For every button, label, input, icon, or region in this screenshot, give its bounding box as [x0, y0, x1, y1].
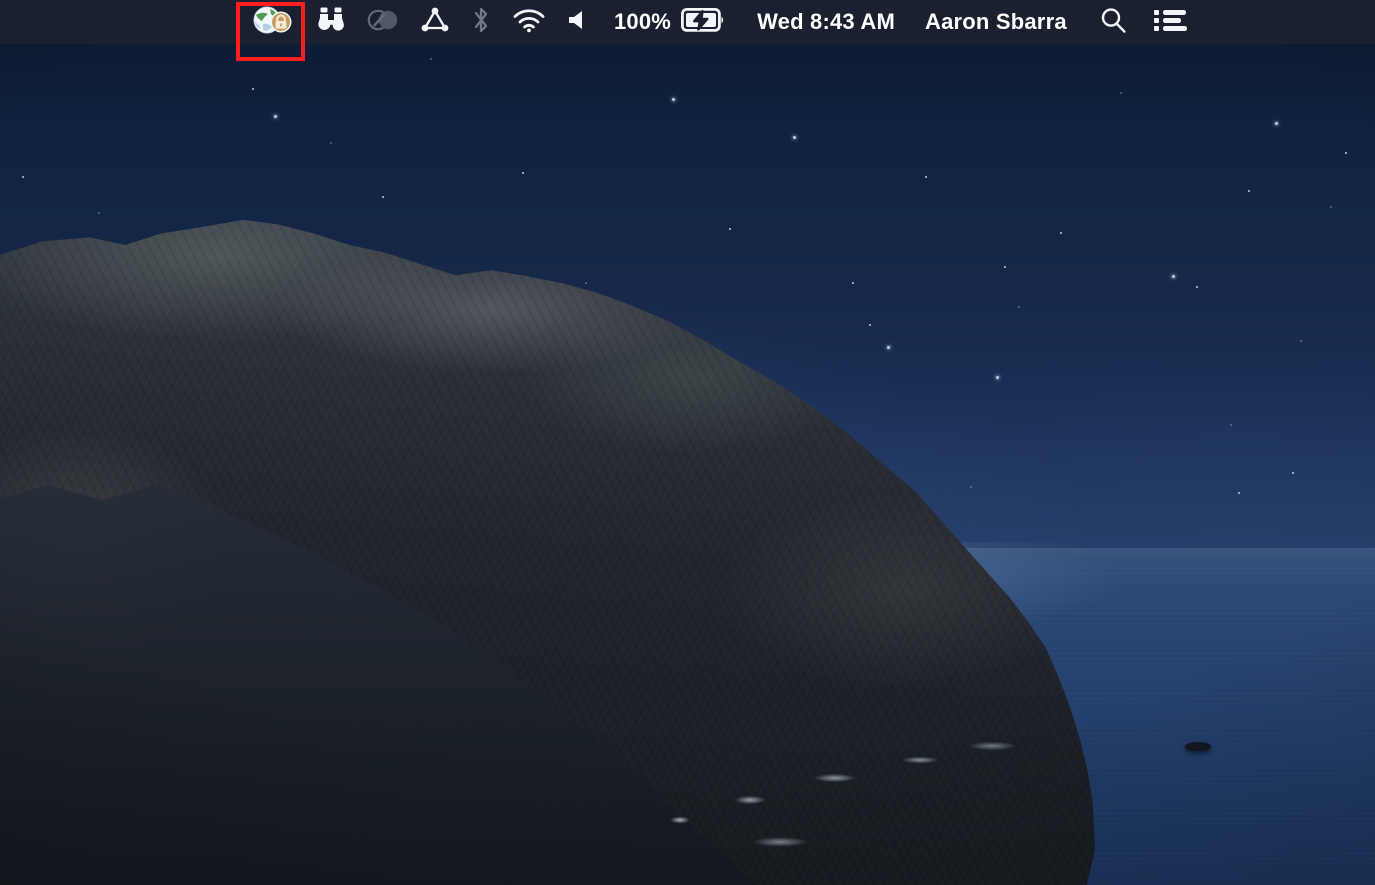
menu-bar-spotlight[interactable]: [1081, 0, 1145, 44]
menu-extra-vpn-globe-lock[interactable]: [236, 0, 306, 44]
wifi-icon: [512, 7, 546, 38]
adobe-creative-cloud-icon: [366, 6, 400, 39]
menu-bar-control-center[interactable]: [1145, 0, 1201, 44]
menu-extra-binoculars[interactable]: [306, 0, 356, 44]
menu-extra-volume[interactable]: [556, 0, 600, 44]
menu-extra-bluetooth[interactable]: [460, 0, 502, 44]
menu-extra-creative-cloud[interactable]: [356, 0, 410, 44]
sea-rock: [1185, 742, 1211, 751]
desktop-wallpaper[interactable]: [0, 0, 1375, 885]
triangle-network-icon: [420, 6, 450, 39]
desktop-screen: 100% Wed 8:43 AM Aaron Sbarra: [0, 0, 1375, 885]
menu-bar-clock[interactable]: Wed 8:43 AM: [735, 0, 911, 44]
speaker-icon: [566, 7, 590, 38]
clock-label: Wed 8:43 AM: [757, 9, 895, 34]
menu-bar-left: 100% Wed 8:43 AM Aaron Sbarra: [0, 0, 1201, 44]
menu-extra-battery[interactable]: 100%: [600, 0, 735, 44]
battery-charging-icon: [681, 7, 725, 37]
globe-lock-icon: [250, 5, 292, 40]
menu-bar: 100% Wed 8:43 AM Aaron Sbarra: [0, 0, 1375, 44]
user-name-label: Aaron Sbarra: [924, 9, 1067, 34]
bluetooth-icon: [470, 5, 492, 40]
control-center-list-icon: [1153, 7, 1187, 38]
menu-bar-user-switcher[interactable]: Aaron Sbarra: [911, 0, 1081, 44]
battery-percent-label: 100%: [614, 9, 672, 34]
menu-extra-wifi[interactable]: [502, 0, 556, 44]
menu-extra-network-mesh[interactable]: [410, 0, 460, 44]
binoculars-icon: [316, 6, 346, 39]
search-icon: [1099, 6, 1127, 39]
